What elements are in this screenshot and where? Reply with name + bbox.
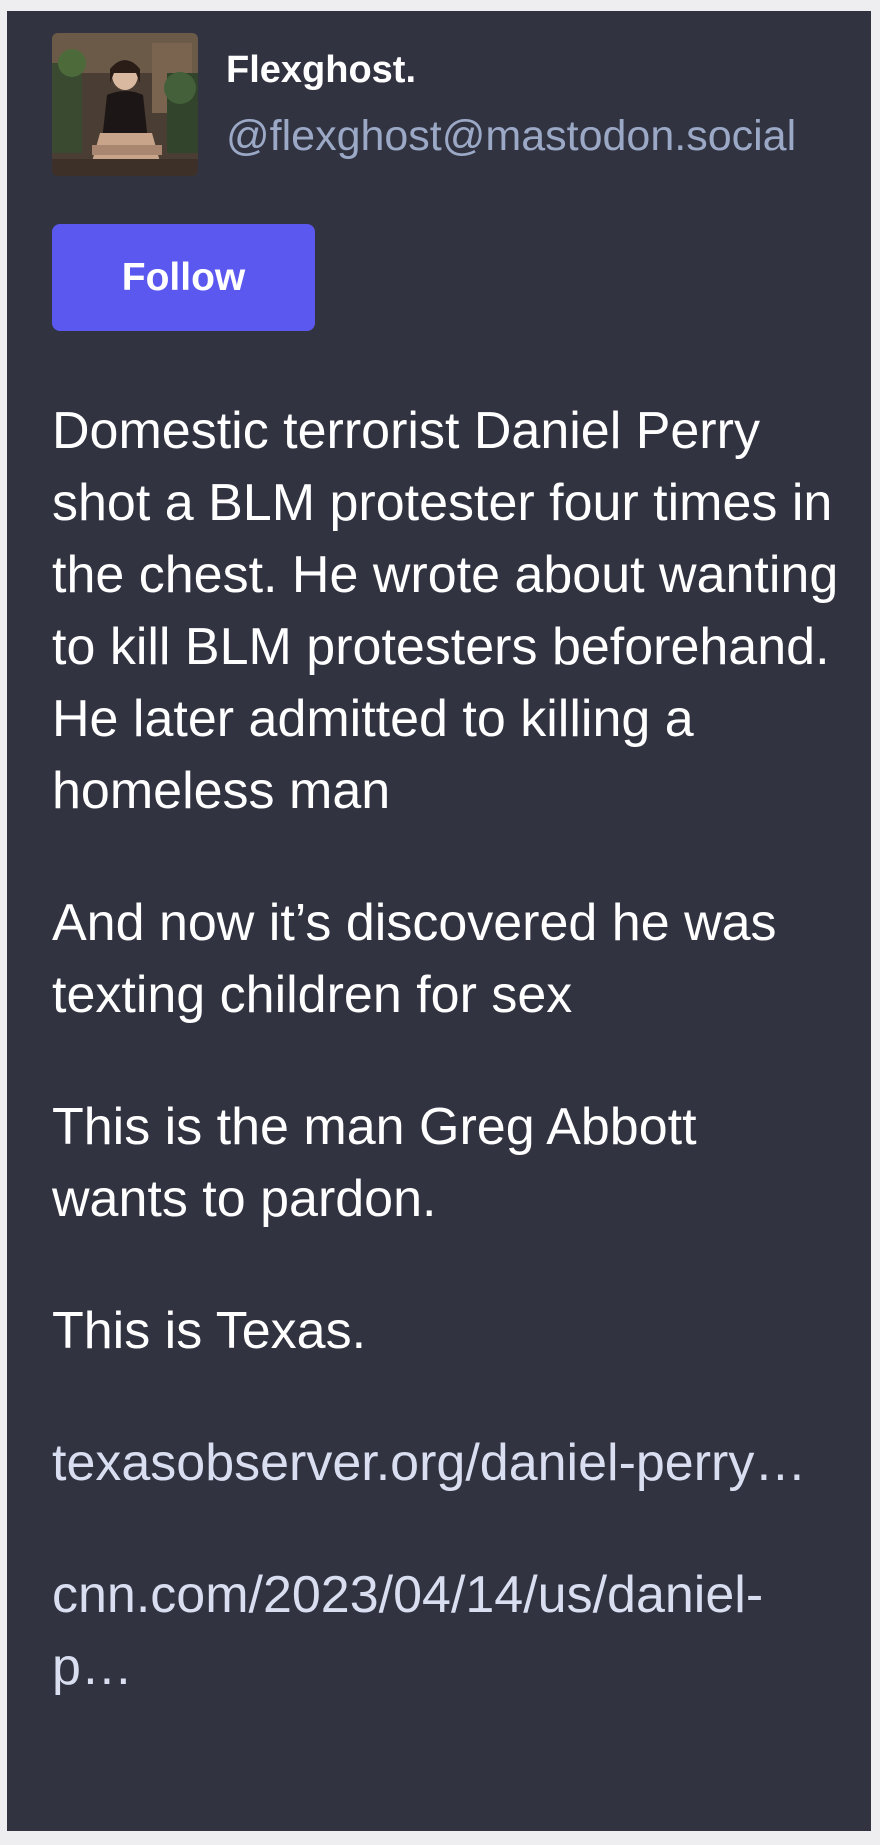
profile-photo-icon bbox=[52, 33, 198, 176]
post-paragraph: Domestic terrorist Daniel Perry shot a B… bbox=[52, 402, 839, 820]
account-handle[interactable]: @flexghost@mastodon.social bbox=[226, 110, 796, 162]
avatar[interactable] bbox=[52, 33, 198, 176]
status-card: Flexghost. @flexghost@mastodon.social Fo… bbox=[7, 11, 871, 1831]
post-paragraph: This is the man Greg Abbott wants to par… bbox=[52, 1098, 697, 1228]
post-paragraph: And now it’s discovered he was texting c… bbox=[52, 894, 777, 1024]
follow-button[interactable]: Follow bbox=[52, 224, 315, 331]
display-name[interactable]: Flexghost. bbox=[226, 47, 416, 93]
post-content: Domestic terrorist Daniel Perry shot a B… bbox=[52, 395, 842, 1763]
post-link-texasobserver[interactable]: texasobserver.org/daniel-perry… bbox=[52, 1427, 842, 1499]
post-paragraph: This is Texas. bbox=[52, 1302, 367, 1360]
post-link-cnn[interactable]: cnn.com/2023/04/14/us/daniel-p… bbox=[52, 1559, 842, 1703]
